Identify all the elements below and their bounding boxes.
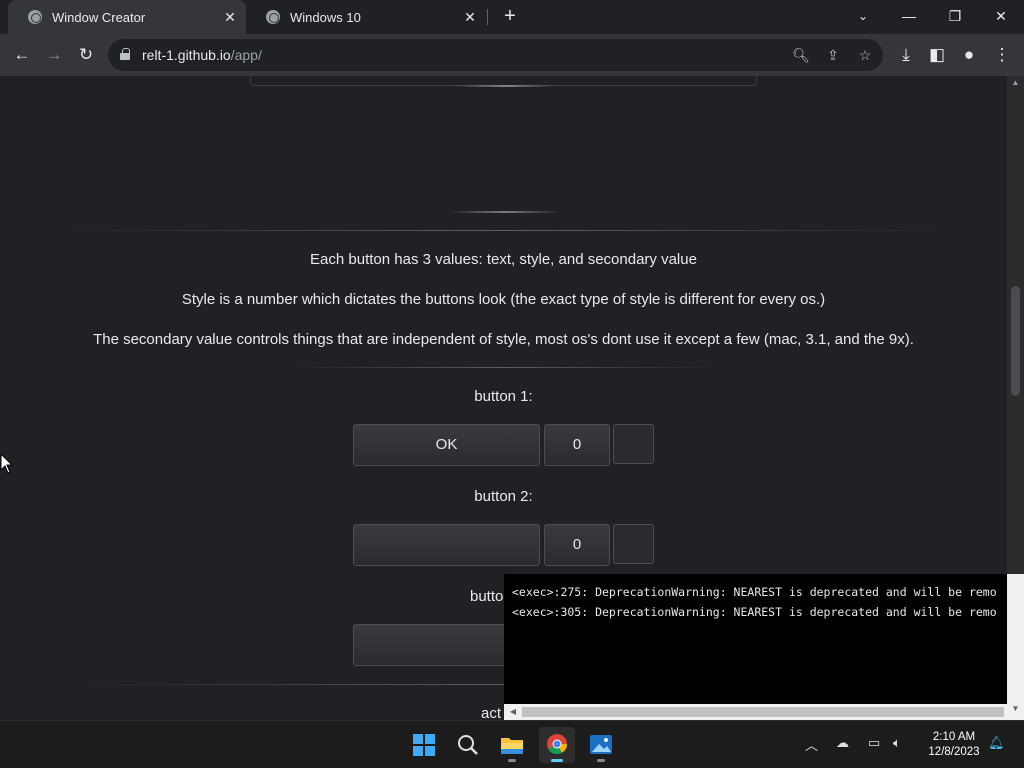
share-icon[interactable]: ⇪ [821, 43, 845, 67]
running-indicator [597, 759, 605, 762]
zoom-search-icon[interactable]: 🔍︎ [789, 43, 813, 67]
button-1-style-input[interactable]: 0 [544, 424, 610, 466]
volume-muted-icon[interactable]: 🔈︎ [893, 735, 901, 751]
console-vertical-scrollbar[interactable]: ▼ [1007, 574, 1024, 720]
scroll-left-arrow-icon[interactable]: ◀ [506, 704, 520, 720]
restore-button[interactable]: ❐ [932, 0, 978, 34]
side-panel-icon[interactable]: ◧ [924, 42, 950, 68]
reload-icon[interactable]: ↻ [73, 42, 99, 68]
tab-title: Window Creator [52, 9, 146, 25]
taskbar: ︿ ☁ ▭ 🔈︎ 2:10 AM 12/8/2023 🔔︎ [0, 720, 1024, 768]
running-indicator [508, 759, 516, 762]
console-horizontal-scrollbar[interactable]: ◀ [504, 704, 1007, 720]
button-1-text-input[interactable]: OK [353, 424, 540, 466]
notification-bell-icon[interactable]: 🔔︎ [988, 735, 1005, 751]
scroll-down-arrow-icon[interactable]: ▼ [1007, 704, 1024, 718]
lock-icon[interactable] [120, 48, 130, 60]
tab-separator [487, 9, 488, 25]
tray-chevron-up-icon[interactable]: ︿ [805, 735, 818, 754]
close-tab-icon[interactable]: ✕ [462, 9, 478, 25]
info-text-1: Each button has 3 values: text, style, a… [310, 251, 697, 268]
browser-toolbar: ← → ↻ relt-1.github.io/app/ 🔍︎ ⇪ ☆ ⤓ ◧ ●… [0, 34, 1024, 76]
start-button[interactable] [406, 727, 442, 763]
console-line: <exec>:275: DeprecationWarning: NEAREST … [512, 585, 997, 599]
info-text-3: The secondary value controls things that… [93, 331, 914, 348]
close-window-button[interactable]: ✕ [978, 0, 1024, 34]
button-1-label: button 1: [474, 388, 533, 405]
close-tab-icon[interactable]: ✕ [222, 9, 238, 25]
scroll-thumb[interactable] [1011, 286, 1020, 396]
folder-icon [501, 738, 523, 754]
menu-kebab-icon[interactable]: ⋮ [989, 42, 1015, 68]
scroll-up-arrow-icon[interactable]: ▲ [1007, 76, 1024, 90]
bookmark-star-icon[interactable]: ☆ [853, 43, 877, 67]
console-scroll-thumb[interactable] [522, 707, 1004, 717]
console-window: <exec>:275: DeprecationWarning: NEAREST … [504, 574, 1024, 720]
chrome-icon [547, 734, 568, 755]
button-2-label: button 2: [474, 488, 533, 505]
forward-arrow-icon[interactable]: → [41, 42, 67, 68]
console-line: <exec>:305: DeprecationWarning: NEAREST … [512, 605, 997, 619]
tab-strip: Window Creator ✕ Windows 10 ✕ + ⌄ — ❐ ✕ [0, 0, 1024, 34]
tab-windows-10[interactable]: Windows 10 ✕ [246, 0, 486, 34]
photos-icon [590, 735, 612, 754]
download-icon[interactable]: ⤓ [893, 42, 919, 68]
button-2-text-input[interactable] [353, 524, 540, 566]
mouse-cursor-icon [0, 453, 14, 474]
clock-time: 2:10 AM [932, 731, 976, 743]
tab-window-creator[interactable]: Window Creator ✕ [8, 0, 246, 34]
tab-search-chevron-icon[interactable]: ⌄ [840, 0, 886, 34]
onedrive-cloud-icon[interactable]: ☁ [836, 735, 849, 751]
button-2-style-input[interactable]: 0 [544, 524, 610, 566]
tab-title: Windows 10 [290, 9, 361, 25]
photos-button[interactable] [583, 727, 619, 763]
section-divider [70, 230, 940, 231]
globe-icon [266, 10, 280, 24]
button-1-secondary-input[interactable] [613, 424, 654, 464]
network-icon[interactable]: ▭ [868, 735, 880, 751]
glow-divider [455, 85, 555, 87]
url-text[interactable]: relt-1.github.io/app/ [142, 47, 262, 63]
new-tab-button[interactable]: + [499, 5, 521, 27]
profile-icon[interactable]: ● [956, 42, 982, 68]
back-arrow-icon[interactable]: ← [9, 42, 35, 68]
address-bar[interactable]: relt-1.github.io/app/ 🔍︎ ⇪ ☆ [108, 39, 883, 71]
windows-logo-icon [413, 734, 435, 756]
chrome-button[interactable] [539, 727, 575, 763]
minimize-button[interactable]: — [886, 0, 932, 34]
file-explorer-button[interactable] [494, 727, 530, 763]
info-text-2: Style is a number which dictates the but… [181, 291, 826, 308]
active-indicator [551, 759, 563, 762]
section-divider [295, 367, 715, 368]
globe-icon [28, 10, 42, 24]
clock-date: 12/8/2023 [928, 746, 980, 758]
button-2-secondary-input[interactable] [613, 524, 654, 564]
search-button[interactable] [450, 727, 486, 763]
taskbar-clock[interactable]: 2:10 AM 12/8/2023 [918, 730, 990, 760]
glow-divider [450, 211, 560, 213]
search-icon [458, 735, 478, 755]
